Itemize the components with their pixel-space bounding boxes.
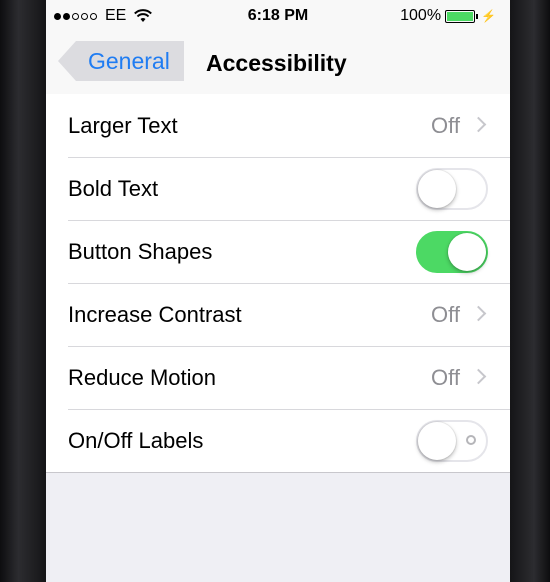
bold-text-toggle[interactable] [416,168,488,210]
chevron-right-icon [470,116,487,133]
setting-value: Off [431,365,460,390]
back-button[interactable]: General [58,41,184,81]
battery-icon [445,9,476,23]
on-off-labels-toggle[interactable] [416,420,488,462]
phone-bezel-left [0,0,46,582]
status-bar: EE 6:18 PM 100% ⚡ [46,0,510,32]
battery-percent: 100% [400,7,442,24]
chevron-right-icon [470,305,487,322]
status-right: 100% ⚡ [400,7,496,25]
setting-row-bold-text: Bold Text [46,157,510,220]
setting-row-reduce-motion[interactable]: Reduce Motion Off [46,346,510,409]
setting-row-increase-contrast[interactable]: Increase Contrast Off [46,283,510,346]
setting-row-larger-text[interactable]: Larger Text Off [46,94,510,157]
toggle-knob [418,422,456,460]
back-button-label: General [88,48,170,74]
battery-tip [476,13,479,19]
charging-bolt-icon: ⚡ [481,9,496,23]
setting-row-button-shapes: Button Shapes [46,220,510,283]
battery-fill [447,11,474,21]
off-indicator-icon [466,435,476,445]
button-shapes-toggle[interactable] [416,231,488,273]
setting-label: Increase Contrast [68,302,242,327]
setting-label: On/Off Labels [68,428,204,453]
settings-list: Larger Text Off Bold Text Button Shapes … [46,94,510,473]
toggle-knob [448,233,486,271]
page-title: Accessibility [206,50,347,76]
chevron-right-icon [470,368,487,385]
setting-label: Larger Text [68,113,178,138]
setting-label: Reduce Motion [68,365,216,390]
navigation-bar: General Accessibility [46,32,510,95]
setting-value: Off [431,113,460,138]
setting-label: Button Shapes [68,239,213,264]
setting-row-on-off-labels: On/Off Labels [46,409,510,472]
setting-label: Bold Text [68,176,159,201]
phone-bezel-right [510,0,550,582]
toggle-knob [418,170,456,208]
setting-value: Off [431,302,460,327]
phone-screen: EE 6:18 PM 100% ⚡ General Accessibility … [46,0,510,582]
